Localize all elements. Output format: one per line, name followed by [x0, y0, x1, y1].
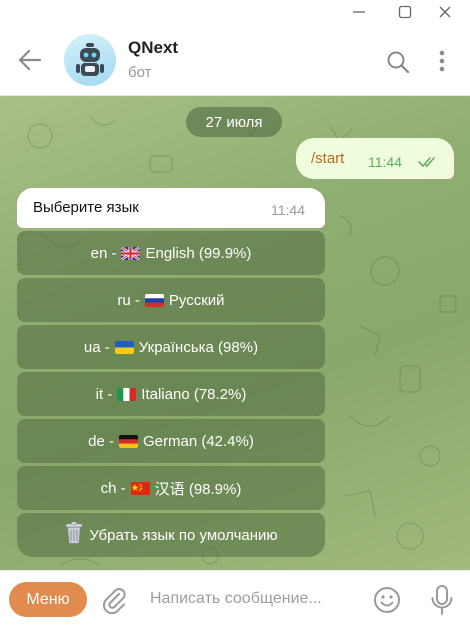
incoming-message-time: 11:44 — [271, 202, 305, 218]
microphone-button[interactable] — [428, 583, 456, 617]
maximize-icon — [398, 5, 412, 19]
language-code: ru - — [117, 291, 140, 309]
ru-flag-icon — [144, 293, 164, 307]
uk-flag-icon — [121, 246, 141, 260]
microphone-icon — [431, 585, 453, 615]
de-flag-icon — [118, 434, 138, 448]
language-code: it - — [95, 385, 113, 403]
more-options-button[interactable] — [430, 46, 454, 76]
language-name: Українська (98%) — [138, 338, 259, 356]
cn-flag-icon — [130, 481, 150, 495]
chat-title: QNext — [128, 38, 179, 57]
outgoing-message-text: /start — [311, 150, 345, 167]
language-name: Italiano (78.2%) — [141, 385, 247, 403]
back-button[interactable] — [14, 46, 46, 74]
avatar[interactable] — [64, 34, 116, 86]
language-code: ch - — [100, 479, 126, 497]
incoming-message-text: Выберите язык — [33, 199, 139, 216]
maximize-button[interactable] — [388, 2, 422, 22]
message-composer: Меню — [0, 570, 470, 626]
menu-button[interactable]: Меню — [9, 582, 87, 617]
chat-area[interactable]: 27 июля /start 11:44 Выберите язык 11:44… — [0, 96, 470, 570]
language-name: German (42.4%) — [142, 432, 254, 450]
close-window-button[interactable] — [428, 2, 462, 22]
date-separator: 27 июля — [186, 107, 282, 137]
chat-header: QNext бот — [0, 24, 470, 96]
it-flag-icon — [117, 387, 137, 401]
search-button[interactable] — [384, 48, 412, 76]
arrow-left-icon — [18, 49, 42, 71]
language-code: de - — [88, 432, 114, 450]
language-code: en - — [90, 244, 117, 262]
language-name: 汉语 (98.9%) — [154, 480, 242, 498]
ua-flag-icon — [114, 340, 134, 354]
language-button-de[interactable]: de - German (42.4%) — [17, 419, 325, 463]
window-titlebar — [0, 0, 470, 24]
search-icon — [387, 51, 410, 74]
outgoing-message-time: 11:44 — [368, 154, 402, 170]
message-input[interactable] — [150, 586, 340, 612]
language-button-it[interactable]: it - Italiano (78.2%) — [17, 372, 325, 416]
language-button-en[interactable]: en - English (99.9%) — [17, 231, 325, 275]
smiley-icon — [374, 587, 400, 613]
minimize-button[interactable] — [342, 2, 376, 22]
wastebasket-icon — [64, 521, 84, 549]
incoming-message[interactable]: Выберите язык 11:44 — [17, 188, 325, 228]
language-name: Русский — [168, 291, 225, 309]
more-vertical-icon — [439, 50, 445, 72]
outgoing-message[interactable]: /start 11:44 — [296, 138, 454, 179]
robot-icon — [76, 43, 104, 76]
attach-button[interactable] — [100, 585, 128, 615]
minimize-icon — [353, 11, 365, 13]
language-code: ua - — [83, 338, 110, 356]
language-button-ua[interactable]: ua - Українська (98%) — [17, 325, 325, 369]
chat-subtitle: бот — [128, 64, 152, 81]
remove-default-language-button[interactable]: Убрать язык по умолчанию — [17, 513, 325, 557]
language-button-ch[interactable]: ch - 汉语 (98.9%) — [17, 466, 325, 510]
emoji-button[interactable] — [372, 585, 402, 615]
language-button-ru[interactable]: ru - Русский — [17, 278, 325, 322]
close-icon — [439, 6, 451, 18]
read-checks-icon — [418, 157, 435, 167]
language-name: English (99.9%) — [145, 244, 252, 262]
language-name: Убрать язык по умолчанию — [89, 526, 278, 544]
paperclip-icon — [102, 588, 126, 615]
